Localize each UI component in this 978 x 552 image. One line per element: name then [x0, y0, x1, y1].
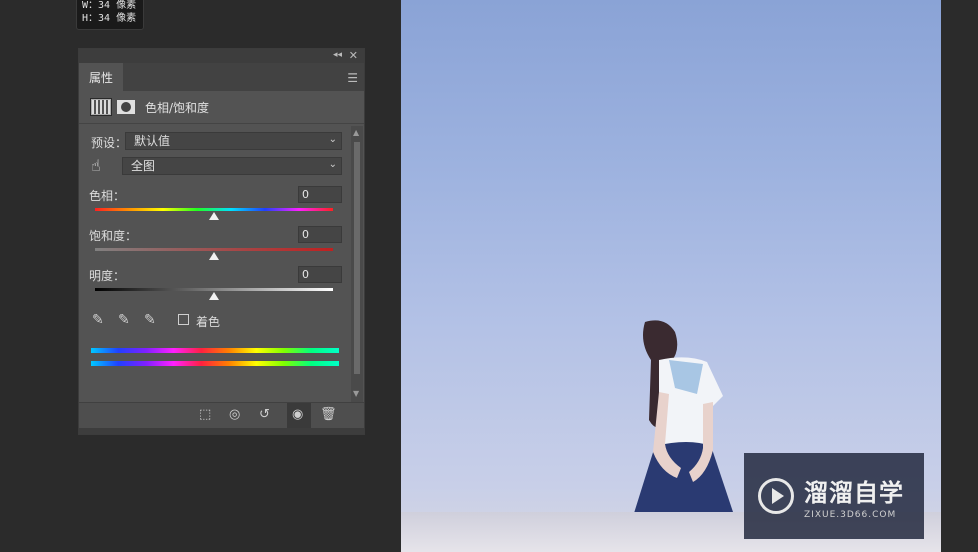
- lightness-slider-track[interactable]: [95, 288, 333, 291]
- eye-icon: ◉: [292, 407, 304, 422]
- adjustment-title: 色相/饱和度: [145, 100, 210, 115]
- hue-input[interactable]: 0: [298, 186, 342, 203]
- saturation-slider-track[interactable]: [95, 248, 333, 251]
- adjustment-header: 色相/饱和度: [79, 91, 364, 124]
- saturation-label: 饱和度：: [89, 229, 138, 243]
- eyedropper-add-icon[interactable]: ✎: [118, 312, 130, 328]
- colorize-checkbox[interactable]: [178, 314, 189, 325]
- properties-panel: ◂◂ ✕ 属性 ☰ 色相/饱和度 预设： 默认值 ⌄ ☝ 全图 ⌄ 色相： 0 …: [78, 48, 365, 435]
- eyedropper-subtract-icon[interactable]: ✎: [144, 312, 156, 328]
- eyedropper-icon[interactable]: ✎: [92, 312, 104, 328]
- watermark-name: 溜溜自学: [804, 478, 904, 507]
- lightness-input[interactable]: 0: [298, 266, 342, 283]
- trash-icon[interactable]: 🗑: [320, 407, 337, 422]
- saturation-slider-thumb[interactable]: [209, 252, 219, 260]
- scrollbar-thumb[interactable]: [354, 142, 360, 374]
- double-chevron-left-icon[interactable]: ◂◂: [333, 50, 342, 60]
- lightness-label: 明度：: [89, 269, 126, 283]
- tab-properties[interactable]: 属性: [79, 63, 123, 91]
- chevron-down-icon: ⌄: [328, 134, 337, 145]
- hue-slider-track[interactable]: [95, 208, 333, 211]
- panel-scrollbar[interactable]: ▲ ▼: [351, 126, 363, 402]
- view-previous-state-icon[interactable]: ◎: [229, 407, 240, 422]
- scroll-up-icon[interactable]: ▲: [353, 128, 359, 137]
- close-icon[interactable]: ✕: [349, 49, 358, 62]
- panel-footer: ⬚ ◎ ↺ ◉ 🗑: [79, 402, 364, 429]
- watermark-url: ZIXUE.3D66.COM: [804, 509, 897, 520]
- range-value: 全图: [131, 159, 156, 173]
- size-tooltip: W：34 像素 H：34 像素: [76, 0, 144, 30]
- panel-content: 预设： 默认值 ⌄ ☝ 全图 ⌄ 色相： 0 饱和度： 0 明度： 0 ✎ ✎ …: [79, 126, 350, 402]
- panel-tabbar: 属性 ☰: [79, 63, 364, 91]
- saturation-input[interactable]: 0: [298, 226, 342, 243]
- layer-mask-icon[interactable]: [117, 100, 135, 114]
- preset-select[interactable]: 默认值 ⌄: [125, 132, 342, 150]
- watermark: 溜溜自学 ZIXUE.3D66.COM: [744, 453, 924, 539]
- preset-value: 默认值: [134, 134, 171, 148]
- adjustment-layer-icon[interactable]: [90, 98, 112, 116]
- colorize-label: 着色: [196, 315, 221, 329]
- play-logo-icon: [758, 478, 794, 514]
- hue-slider-thumb[interactable]: [209, 212, 219, 220]
- scroll-down-icon[interactable]: ▼: [353, 389, 359, 398]
- toggle-visibility-button[interactable]: ◉: [287, 403, 311, 429]
- panel-resize-grip[interactable]: [79, 428, 364, 434]
- clip-to-layer-icon[interactable]: ⬚: [199, 407, 211, 422]
- result-color-bar: [91, 361, 339, 366]
- preset-label: 预设：: [91, 136, 128, 150]
- targeted-adjustment-hand-icon[interactable]: ☝: [91, 156, 101, 175]
- tooltip-width: W：34 像素: [82, 0, 137, 11]
- panel-titlebar[interactable]: ◂◂ ✕: [79, 49, 364, 63]
- tooltip-height: H：34 像素: [82, 13, 137, 24]
- range-select[interactable]: 全图 ⌄: [122, 157, 342, 175]
- source-color-bar: [91, 348, 339, 353]
- hue-label: 色相：: [89, 189, 126, 203]
- reset-icon[interactable]: ↺: [259, 407, 270, 422]
- lightness-slider-thumb[interactable]: [209, 292, 219, 300]
- chevron-down-icon: ⌄: [328, 159, 337, 170]
- panel-menu-icon[interactable]: ☰: [347, 71, 358, 85]
